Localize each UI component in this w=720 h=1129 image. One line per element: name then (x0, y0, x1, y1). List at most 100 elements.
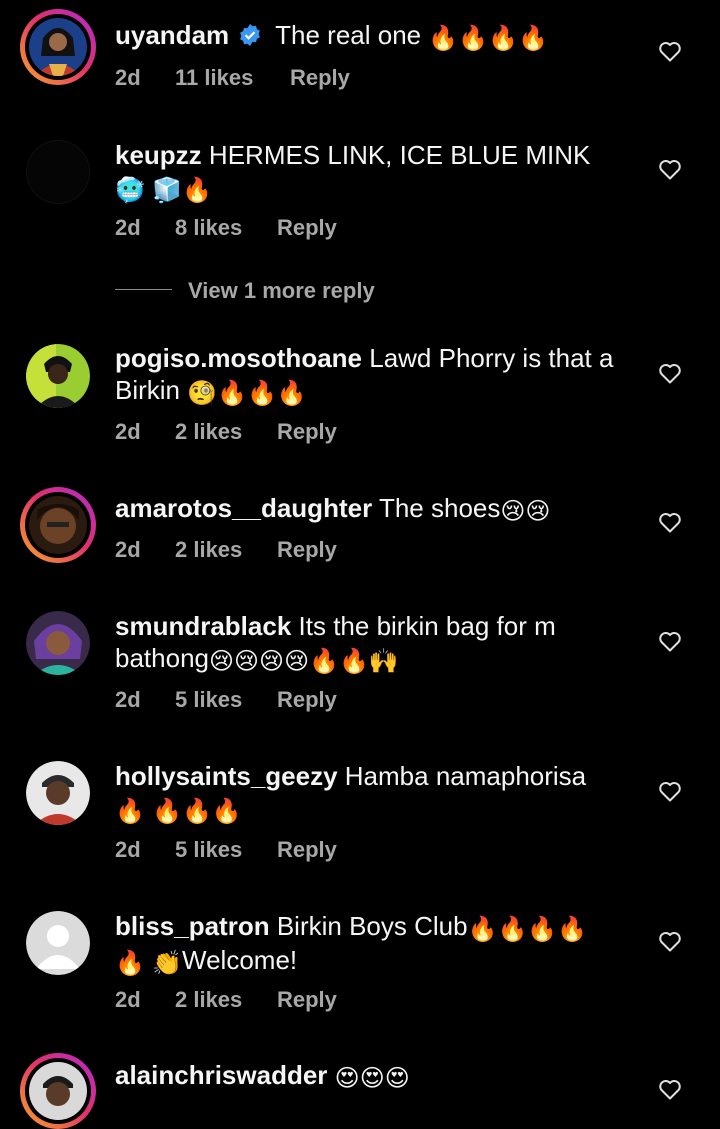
comment-text: Birkin Boys Club (276, 911, 468, 941)
crying-face-icon: 😢 (208, 648, 235, 675)
reply-button[interactable]: Reply (277, 837, 337, 863)
likes-count[interactable]: 2 likes (175, 419, 277, 445)
fire-icon: 🔥 (211, 798, 242, 825)
comment-text: Hamba namaphorisa (344, 761, 587, 791)
avatar[interactable] (20, 1053, 96, 1129)
fire-icon: 🔥 (497, 916, 528, 943)
crying-face-icon: 😢 (234, 648, 260, 675)
comment-body: hollysaints_geezy Hamba namaphorisa🔥 🔥🔥🔥 (115, 760, 616, 826)
comment-body: bliss_patron Birkin Boys Club🔥🔥🔥🔥🔥 👏Welc… (115, 910, 616, 978)
likes-count[interactable]: 2 likes (175, 987, 277, 1013)
likes-count[interactable]: 8 likes (175, 215, 277, 241)
fire-icon: 🔥 (458, 25, 489, 52)
like-heart-icon[interactable] (658, 158, 682, 180)
monocle-face-icon: 🧐 (187, 380, 218, 407)
like-heart-icon[interactable] (658, 780, 682, 802)
heart-eyes-icon: 😍 (384, 1065, 410, 1092)
fire-icon: 🔥 (217, 380, 248, 407)
verified-badge-icon (240, 24, 261, 46)
reply-button[interactable]: Reply (277, 537, 337, 563)
comment-username[interactable]: pogiso.mosothoane (115, 343, 362, 373)
avatar[interactable] (26, 761, 90, 825)
comment-body: smundrablack Its the birkin bag for m ba… (115, 610, 616, 676)
avatar[interactable] (26, 911, 90, 975)
fire-icon: 🔥 (247, 380, 277, 407)
like-heart-icon[interactable] (658, 362, 682, 384)
comment-time: 2d (115, 215, 141, 240)
comment-time: 2d (115, 687, 141, 712)
comment-username[interactable]: hollysaints_geezy (115, 761, 338, 791)
likes-count[interactable]: 11 likes (175, 65, 290, 91)
crying-face-icon: 😢 (259, 648, 285, 675)
comment-body: amarotos__daughter The shoes😢😢 (115, 492, 616, 526)
fire-icon: 🔥 (527, 916, 558, 943)
comment-meta: 2d 11 likes Reply (115, 65, 350, 91)
fire-icon: 🔥 (182, 177, 212, 204)
comment-username[interactable]: keupzz (115, 140, 202, 170)
comment-meta: 2d 2 likes Reply (115, 987, 337, 1013)
comment-time: 2d (115, 537, 141, 562)
avatar[interactable] (26, 140, 90, 204)
comment-text-continued: Welcome! (182, 945, 298, 975)
like-heart-icon[interactable] (658, 40, 682, 62)
comment-text: HERMES LINK, ICE BLUE MINK (208, 140, 591, 170)
raising-hands-icon: 🙌 (368, 648, 399, 675)
fire-icon: 🔥 (467, 916, 498, 943)
fire-icon: 🔥 (309, 648, 339, 675)
fire-icon: 🔥 (518, 25, 548, 52)
crying-face-icon: 😢 (500, 498, 526, 525)
like-heart-icon[interactable] (658, 1078, 682, 1100)
comment-time: 2d (115, 987, 141, 1012)
heart-eyes-icon: 😍 (334, 1065, 360, 1092)
comment-meta: 2d 5 likes Reply (115, 837, 337, 863)
cold-face-icon: 🥶 (115, 177, 145, 204)
fire-icon: 🔥 (557, 916, 588, 943)
fire-icon: 🔥 (115, 798, 145, 825)
crying-face-icon: 😢 (284, 648, 310, 675)
comment-time: 2d (115, 419, 141, 444)
reply-button[interactable]: Reply (277, 987, 337, 1013)
reply-button[interactable]: Reply (290, 65, 350, 91)
avatar[interactable] (26, 611, 90, 675)
fire-icon: 🔥 (488, 25, 519, 52)
fire-icon: 🔥 (182, 798, 212, 825)
crying-face-icon: 😢 (525, 498, 551, 525)
comment-text: The shoes (378, 493, 501, 523)
comment-time: 2d (115, 65, 141, 90)
comment-text: The real one (275, 20, 422, 50)
like-heart-icon[interactable] (658, 930, 682, 952)
comment-username[interactable]: alainchriswadder (115, 1060, 327, 1090)
avatar[interactable] (20, 487, 96, 563)
reply-button[interactable]: Reply (277, 687, 337, 713)
comment-username[interactable]: bliss_patron (115, 911, 270, 941)
comment-meta: 2d 5 likes Reply (115, 687, 337, 713)
comment-meta: 2d 2 likes Reply (115, 537, 337, 563)
view-more-replies-label[interactable]: View 1 more reply (188, 278, 375, 304)
avatar[interactable] (20, 9, 96, 85)
likes-count[interactable]: 5 likes (175, 687, 277, 713)
fire-icon: 🔥 (115, 950, 145, 977)
comment-username[interactable]: uyandam (115, 20, 229, 50)
comment-username[interactable]: amarotos__daughter (115, 493, 372, 523)
ice-cube-icon: 🧊 (152, 177, 183, 204)
comment-time: 2d (115, 837, 141, 862)
reply-button[interactable]: Reply (277, 419, 337, 445)
comment-body: keupzz HERMES LINK, ICE BLUE MINK 🥶 🧊🔥 (115, 139, 616, 205)
comment-body: pogiso.mosothoane Lawd Phorry is that a … (115, 342, 616, 408)
likes-count[interactable]: 5 likes (175, 837, 277, 863)
likes-count[interactable]: 2 likes (175, 537, 277, 563)
avatar[interactable] (26, 344, 90, 408)
fire-icon: 🔥 (339, 648, 369, 675)
fire-icon: 🔥 (428, 25, 459, 52)
like-heart-icon[interactable] (658, 630, 682, 652)
heart-eyes-icon: 😍 (359, 1065, 385, 1092)
comment-body: uyandam The real one 🔥🔥🔥🔥 (115, 19, 616, 53)
like-heart-icon[interactable] (658, 511, 682, 533)
reply-button[interactable]: Reply (277, 215, 337, 241)
comment-meta: 2d 8 likes Reply (115, 215, 337, 241)
comment-meta: 2d 2 likes Reply (115, 419, 337, 445)
clapping-hands-icon: 👏 (152, 950, 183, 977)
divider (115, 289, 172, 290)
comment-username[interactable]: smundrablack (115, 611, 291, 641)
fire-icon: 🔥 (152, 798, 183, 825)
